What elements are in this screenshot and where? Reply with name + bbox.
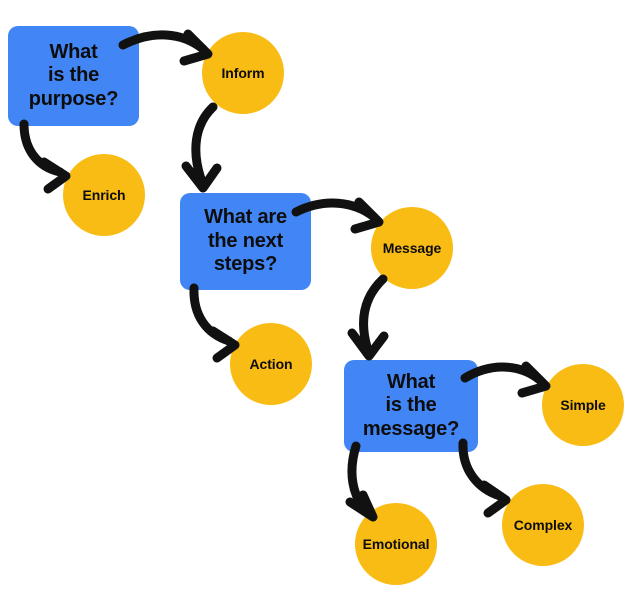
enrich-node[interactable]: Enrich [63,154,145,236]
box-label: What is the purpose? [28,40,119,110]
arrow-purpose-to-enrich [19,119,71,194]
arrow-next-to-action [189,283,240,363]
what-are-the-next-steps-box[interactable]: What are the next steps? [180,193,311,290]
arrow-msgbox-to-complex [458,438,511,518]
inform-node[interactable]: Inform [202,32,284,114]
flowchart-canvas: What is the purpose? What are the next s… [0,0,632,598]
circle-label: Message [382,240,442,256]
action-node[interactable]: Action [230,323,312,405]
circle-label: Enrich [82,187,126,203]
circle-label: Simple [560,397,606,413]
simple-node[interactable]: Simple [542,364,624,446]
box-label: What are the next steps? [204,206,287,276]
box-label: What is the message? [362,370,460,440]
arrow-msgbox-to-emotional [345,441,378,522]
what-is-the-message-box[interactable]: What is the message? [344,360,478,452]
message-node[interactable]: Message [371,207,453,289]
circle-label: Emotional [362,536,430,552]
arrow-inform-to-next-steps [181,102,222,193]
circle-label: Complex [513,517,573,533]
arrow-message-to-msgbox [347,274,389,361]
circle-label: Inform [221,65,265,81]
emotional-node[interactable]: Emotional [355,503,437,585]
what-is-the-purpose-box[interactable]: What is the purpose? [8,26,139,126]
circle-label: Action [249,356,293,372]
complex-node[interactable]: Complex [502,484,584,566]
